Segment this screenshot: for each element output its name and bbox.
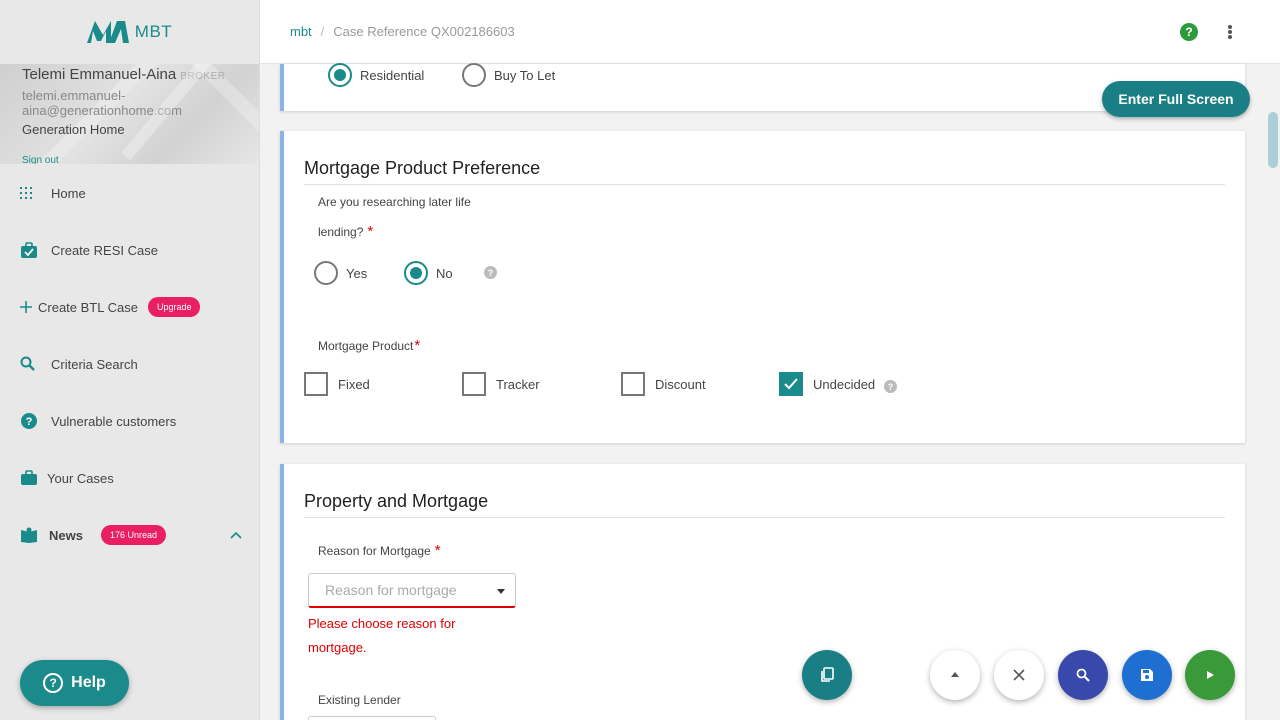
breadcrumb-case: Case Reference QX002186603	[333, 24, 515, 39]
scrollbar-thumb[interactable]	[1268, 112, 1278, 168]
question-icon: ?	[43, 673, 64, 693]
info-icon[interactable]: ?	[484, 266, 497, 279]
close-button[interactable]	[994, 650, 1044, 700]
later-life-question: Are you researching later life	[318, 195, 471, 209]
upgrade-badge[interactable]: Upgrade	[147, 297, 201, 317]
reader-icon	[20, 527, 42, 543]
next-button[interactable]	[1185, 650, 1235, 700]
save-button[interactable]	[1122, 650, 1172, 700]
sidebar: MBT Telemi Emmanuel-Aina BROKER telemi.em…	[0, 0, 260, 720]
divider	[304, 517, 1225, 518]
enter-full-screen-button[interactable]: Enter Full Screen	[1102, 81, 1250, 117]
checkbox-discount[interactable]: Discount	[621, 372, 706, 396]
user-role: BROKER	[180, 71, 226, 82]
check-icon	[784, 378, 798, 390]
sidebar-item-vulnerable-customers[interactable]: ? Vulnerable customers	[20, 409, 176, 433]
sidebar-item-label: News	[49, 527, 83, 543]
unread-badge: 176 Unread	[100, 525, 167, 545]
radio-residential[interactable]: Residential	[328, 63, 424, 87]
radio-later-life-no[interactable]: No	[404, 261, 453, 285]
copy-icon	[821, 667, 834, 682]
sidebar-item-your-cases[interactable]: Your Cases	[20, 466, 114, 490]
product-preference-card: Mortgage Product Preference Are you rese…	[280, 131, 1245, 443]
help-circle-icon[interactable]: ?	[1180, 23, 1198, 41]
svg-text:?: ?	[26, 416, 33, 428]
logo-text: MBT	[134, 22, 173, 41]
info-icon[interactable]: ?	[884, 380, 897, 393]
reason-label: Reason for Mortgage *	[318, 542, 441, 559]
radio-later-life-yes[interactable]: Yes	[314, 261, 367, 285]
checkbox-tracker[interactable]: Tracker	[462, 372, 540, 396]
arrow-up-icon	[951, 672, 959, 677]
user-card: Telemi Emmanuel-Aina BROKER telemi.emmanu…	[0, 64, 259, 164]
sidebar-item-create-btl-case[interactable]: Create BTL Case Upgrade	[20, 295, 201, 319]
sidebar-item-label: Your Cases	[47, 470, 114, 486]
sidebar-item-label: Create BTL Case	[38, 299, 138, 315]
checkbox-fixed[interactable]: Fixed	[304, 372, 370, 396]
mbt-logo-icon	[86, 21, 129, 43]
chevron-up-icon[interactable]	[230, 527, 242, 542]
sidebar-item-label: Create RESI Case	[51, 242, 158, 258]
sidebar-item-create-resi-case[interactable]: Create RESI Case	[20, 238, 158, 262]
reason-select[interactable]: Reason for mortgage	[308, 573, 516, 608]
search-button[interactable]	[1058, 650, 1108, 700]
existing-lender-input[interactable]	[308, 716, 436, 720]
grid-icon	[20, 187, 44, 199]
sidebar-item-news[interactable]: News 176 Unread	[20, 523, 242, 547]
scroll-up-button[interactable]	[930, 650, 980, 700]
more-vert-icon[interactable]	[1222, 22, 1238, 42]
divider	[304, 184, 1225, 185]
briefcase-check-icon	[20, 241, 44, 259]
section-title: Property and Mortgage	[304, 491, 489, 511]
close-icon	[1013, 669, 1025, 681]
top-header: mbt / Case Reference QX002186603 ?	[260, 0, 1280, 64]
sidebar-item-label: Home	[51, 185, 86, 201]
plus-icon	[20, 301, 34, 313]
radio-buy-to-let[interactable]: Buy To Let	[462, 63, 555, 87]
mortgage-product-label: Mortgage Product*	[318, 337, 421, 354]
section-title: Mortgage Product Preference	[304, 158, 541, 178]
play-icon	[1207, 671, 1214, 679]
user-name: Telemi Emmanuel-Aina	[22, 66, 177, 83]
sidebar-item-label: Criteria Search	[51, 356, 138, 372]
save-icon	[1141, 669, 1153, 681]
sidebar-item-home[interactable]: Home	[20, 181, 86, 205]
app-logo[interactable]: MBT	[0, 0, 259, 64]
user-company: Generation Home	[22, 122, 125, 137]
search-icon	[20, 356, 44, 372]
user-email: telemi.emmanuel-aina@generationhome.com	[22, 88, 182, 118]
help-label: Help	[71, 674, 106, 691]
checkbox-undecided[interactable]: Undecided	[779, 372, 875, 396]
sign-out-link[interactable]: Sign out	[22, 155, 237, 164]
breadcrumb-separator: /	[320, 24, 325, 39]
later-life-question-cont: lending? *	[318, 223, 374, 240]
caret-down-icon	[497, 589, 505, 594]
help-circle-icon: ?	[20, 412, 44, 430]
reason-error: Please choose reason for mortgage.	[308, 616, 456, 655]
briefcase-icon	[20, 470, 40, 486]
sidebar-item-label: Vulnerable customers	[51, 413, 177, 429]
existing-lender-label: Existing Lender	[318, 693, 401, 707]
sidebar-item-criteria-search[interactable]: Criteria Search	[20, 352, 138, 376]
help-button[interactable]: ? Help	[20, 660, 129, 706]
copy-button[interactable]	[802, 650, 852, 700]
breadcrumb-home[interactable]: mbt	[290, 24, 312, 39]
search-icon	[1076, 668, 1090, 682]
property-type-card: Residential Buy To Let	[280, 63, 1245, 111]
